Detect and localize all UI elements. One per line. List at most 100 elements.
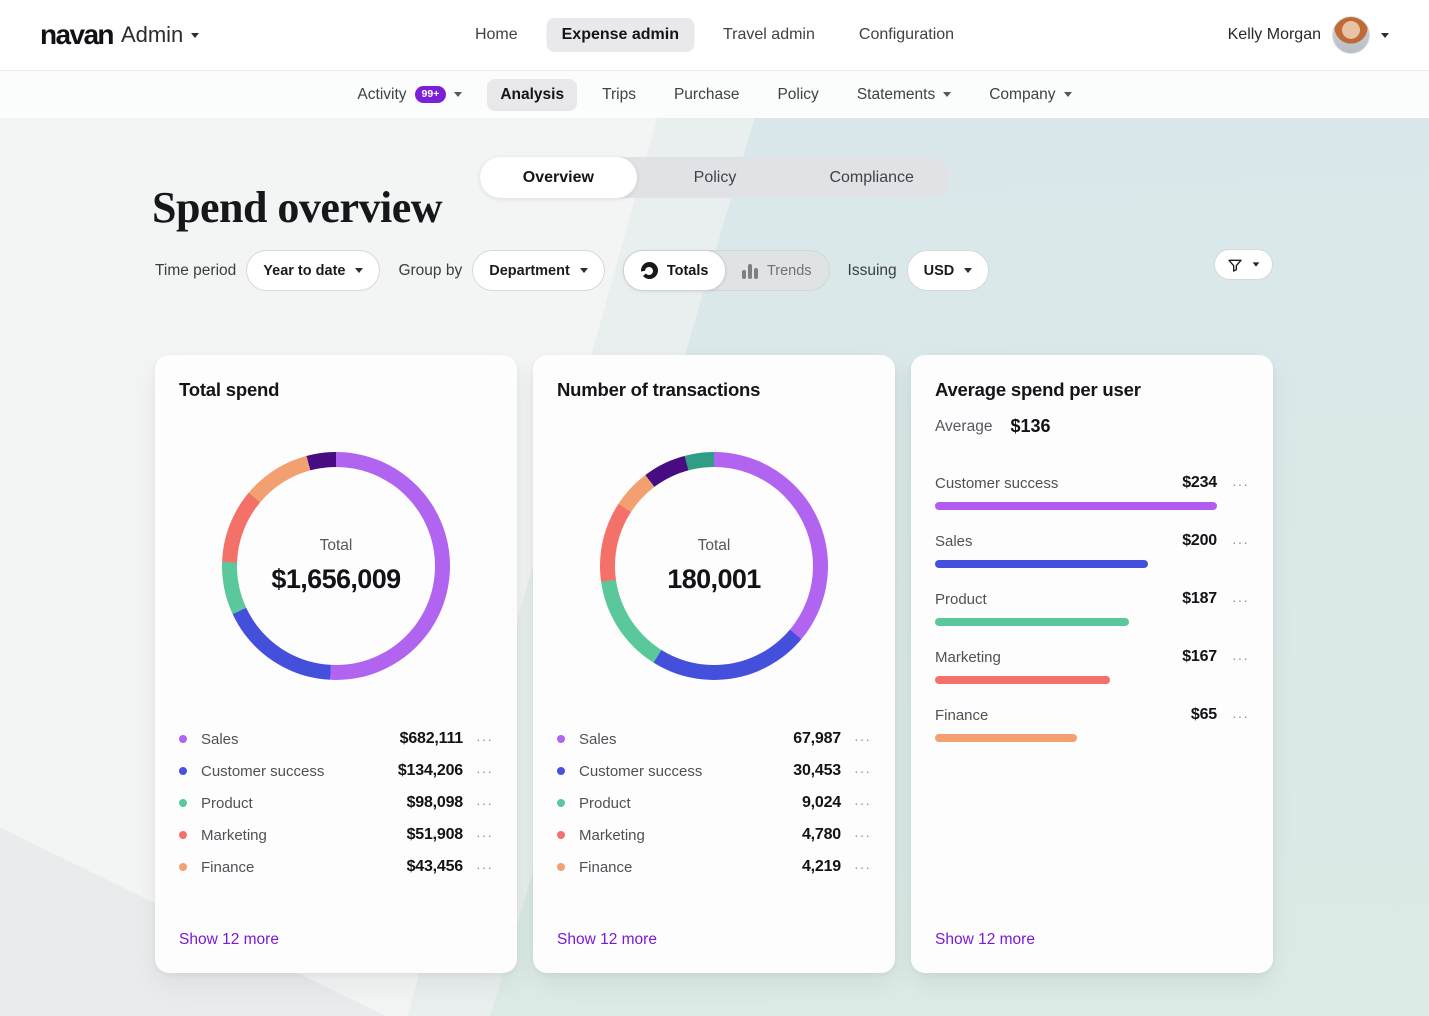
legend-row: Sales 67,987 ··· (557, 723, 871, 755)
more-options-button[interactable]: ··· (1227, 651, 1249, 665)
view-tabs: Overview Policy Compliance (480, 157, 950, 198)
avatar (1332, 16, 1370, 54)
legend-row: Customer success $134,206 ··· (179, 755, 493, 787)
more-options-button[interactable]: ··· (1227, 709, 1249, 723)
bar-chart-icon (742, 263, 758, 279)
toggle-totals[interactable]: Totals (622, 250, 727, 291)
bar-fill (935, 734, 1078, 742)
tab-policy[interactable]: Policy (637, 157, 794, 198)
tab-compliance[interactable]: Compliance (793, 157, 950, 198)
user-menu[interactable]: Kelly Morgan (1228, 16, 1389, 54)
donut-center-value: $1,656,009 (271, 564, 401, 594)
nav-home[interactable]: Home (460, 18, 533, 52)
subnav-purchase[interactable]: Purchase (661, 79, 752, 111)
legend-label: Marketing (201, 826, 267, 844)
donut-center-value: 180,001 (667, 564, 761, 594)
more-options-button[interactable]: ··· (849, 732, 871, 746)
more-options-button[interactable]: ··· (1227, 477, 1249, 491)
currency-select[interactable]: USD (906, 250, 990, 291)
legend-dot (179, 735, 187, 743)
subnav-label: Company (989, 85, 1056, 103)
legend-row: Sales $682,111 ··· (179, 723, 493, 755)
bar-label: Product (935, 590, 987, 608)
card-title: Average spend per user (935, 379, 1141, 400)
legend-dot (179, 863, 187, 871)
chevron-down-icon (579, 268, 588, 273)
time-period-select[interactable]: Year to date (246, 250, 381, 291)
subnav-label: Purchase (673, 85, 740, 103)
nav-travel-admin[interactable]: Travel admin (708, 18, 830, 52)
toggle-label: Trends (766, 262, 812, 279)
user-name: Kelly Morgan (1227, 26, 1321, 43)
subnav-statements[interactable]: Statements (844, 79, 964, 111)
more-options-button[interactable]: ··· (471, 796, 493, 810)
legend-dot (557, 863, 565, 871)
more-options-button[interactable]: ··· (849, 828, 871, 842)
show-more-link[interactable]: Show 12 more (557, 931, 871, 949)
average-label: Average (935, 417, 993, 435)
more-options-button[interactable]: ··· (849, 764, 871, 778)
show-more-link[interactable]: Show 12 more (179, 931, 493, 949)
bar-row-head: Marketing $167 (935, 648, 1217, 666)
legend-value: 67,987 (793, 730, 841, 747)
nav-configuration[interactable]: Configuration (844, 18, 969, 52)
bar-label: Sales (935, 532, 973, 550)
legend-row: Finance 4,219 ··· (557, 851, 871, 883)
more-options-button[interactable]: ··· (471, 732, 493, 746)
subnav-label: Trips (602, 85, 636, 103)
legend-dot (179, 831, 187, 839)
legend-label: Finance (579, 858, 633, 876)
time-period-value: Year to date (263, 262, 346, 279)
show-more-link[interactable]: Show 12 more (935, 931, 1249, 949)
chevron-down-icon (1381, 32, 1389, 38)
more-options-button[interactable]: ··· (849, 860, 871, 874)
card-title: Total spend (179, 379, 280, 400)
legend-label: Finance (201, 858, 255, 876)
legend-label: Product (579, 794, 631, 812)
subnav-activity[interactable]: Activity 99+ (344, 79, 475, 111)
bar-value: $65 (1190, 706, 1217, 723)
tab-overview[interactable]: Overview (480, 157, 637, 198)
bar-row: Customer success $234 ··· (935, 474, 1249, 510)
more-options-button[interactable]: ··· (849, 796, 871, 810)
nav-expense-admin[interactable]: Expense admin (546, 18, 694, 52)
legend-label: Customer success (579, 762, 703, 780)
legend-dot (557, 735, 565, 743)
legend-label: Sales (579, 730, 617, 748)
time-period-label: Time period (155, 261, 237, 279)
more-options-button[interactable]: ··· (471, 828, 493, 842)
average-value: $136 (1010, 416, 1051, 436)
bar-row: Product $187 ··· (935, 590, 1249, 626)
group-by-select[interactable]: Department (472, 250, 605, 291)
bar-row: Sales $200 ··· (935, 532, 1249, 568)
bar-fill (935, 676, 1111, 684)
currency-value: USD (923, 262, 955, 279)
filter-button[interactable] (1214, 249, 1273, 280)
subnav-label: Statements (856, 85, 936, 103)
bar-value: $200 (1182, 532, 1217, 549)
navan-logo[interactable]: navan Admin (40, 19, 200, 51)
filter-icon (1228, 259, 1242, 272)
legend-label: Marketing (579, 826, 645, 844)
brand-name: navan (40, 19, 115, 50)
bar-row-head: Finance $65 (935, 706, 1217, 724)
subnav-analysis[interactable]: Analysis (487, 78, 578, 111)
secondary-nav: Activity 99+ Analysis Trips Purchase Policy St… (0, 71, 1429, 118)
more-options-button[interactable]: ··· (1227, 593, 1249, 607)
subnav-policy[interactable]: Policy (764, 79, 831, 111)
totals-trends-toggle: Totals Trends (622, 250, 830, 291)
legend-value: 9,024 (801, 794, 841, 811)
legend-row: Marketing 4,780 ··· (557, 819, 871, 851)
legend-value: $98,098 (406, 794, 464, 811)
number-of-transactions-card: Number of transactions Total 180,001 Sales 6… (533, 355, 895, 973)
legend-value: $134,206 (397, 762, 463, 779)
toggle-trends[interactable]: Trends (725, 251, 828, 290)
more-options-button[interactable]: ··· (1227, 535, 1249, 549)
more-options-button[interactable]: ··· (471, 860, 493, 874)
bar-fill (935, 502, 1217, 510)
more-options-button[interactable]: ··· (471, 764, 493, 778)
legend-row: Finance $43,456 ··· (179, 851, 493, 883)
subnav-company[interactable]: Company (976, 79, 1084, 111)
bar-row-head: Customer success $234 (935, 474, 1217, 492)
subnav-trips[interactable]: Trips (589, 79, 649, 111)
